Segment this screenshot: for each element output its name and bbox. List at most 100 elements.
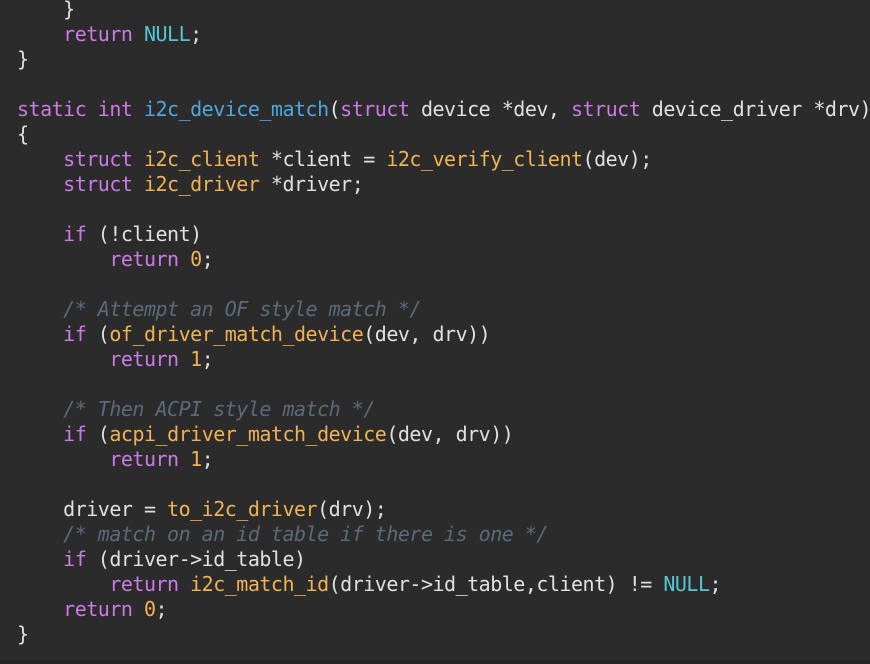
code-token: (dev, drv)) xyxy=(363,322,491,346)
code-token: ( xyxy=(86,422,110,446)
code-token: *client = xyxy=(259,147,387,171)
code-line[interactable]: return i2c_match_id(driver->id_table,cli… xyxy=(17,572,721,597)
code-line[interactable]: struct i2c_driver *driver; xyxy=(17,172,364,197)
code-token: ; xyxy=(201,247,214,271)
code-token: of_driver_match_device xyxy=(109,322,364,346)
code-token: if xyxy=(63,322,87,346)
code-token: 1 xyxy=(190,447,202,471)
code-token: ; xyxy=(155,597,168,621)
code-token: i2c_match_id xyxy=(190,572,329,596)
code-token: 0 xyxy=(143,597,156,621)
code-token: /* Then ACPI style match */ xyxy=(63,397,375,421)
code-line[interactable]: if (driver->id_table) xyxy=(17,547,306,572)
code-token: ( xyxy=(86,322,110,346)
code-line[interactable]: return 0; xyxy=(17,597,167,622)
code-token: 1 xyxy=(190,347,202,371)
code-line[interactable]: if (!client) xyxy=(17,222,202,247)
code-token: int xyxy=(97,97,133,121)
editor-bottom-edge xyxy=(0,660,870,664)
code-token: return xyxy=(109,447,179,471)
code-token: } xyxy=(17,0,75,21)
code-line[interactable]: return 1; xyxy=(17,447,213,472)
code-token: struct xyxy=(63,172,133,196)
code-token: ; xyxy=(190,22,202,46)
code-token: static xyxy=(17,97,87,121)
code-token: ( xyxy=(328,97,341,121)
code-token: } xyxy=(17,47,29,71)
code-token: struct xyxy=(63,147,133,171)
code-line[interactable]: if (acpi_driver_match_device(dev, drv)) xyxy=(17,422,514,447)
code-token: { xyxy=(17,122,29,146)
code-line[interactable]: } xyxy=(17,622,29,647)
code-token: if xyxy=(63,422,87,446)
code-token: /* match on an id table if there is one … xyxy=(63,522,548,546)
code-line[interactable]: if (of_driver_match_device(dev, drv)) xyxy=(17,322,491,347)
code-token: NULL xyxy=(663,572,710,596)
code-token: (!client) xyxy=(86,222,202,246)
code-line[interactable]: /* Attempt an OF style match */ xyxy=(17,297,421,322)
code-line[interactable]: driver = to_i2c_driver(drv); xyxy=(17,497,387,522)
code-token: driver = xyxy=(17,497,168,521)
code-token: return xyxy=(109,347,179,371)
code-token: (dev); xyxy=(582,147,653,171)
code-token: return xyxy=(109,572,179,596)
code-line[interactable]: } xyxy=(17,0,75,22)
code-line[interactable]: return 0; xyxy=(17,247,213,272)
code-token: struct xyxy=(571,97,641,121)
code-token: i2c_driver xyxy=(143,172,260,196)
code-token: return xyxy=(63,22,133,46)
code-token: (dev, drv)) xyxy=(386,422,514,446)
code-token: device *dev, xyxy=(409,97,571,121)
code-token: struct xyxy=(340,97,410,121)
code-token: 0 xyxy=(190,247,202,271)
code-token: ; xyxy=(201,347,214,371)
code-token: i2c_device_match xyxy=(143,97,329,121)
code-token: if xyxy=(63,222,87,246)
code-token: ; xyxy=(709,572,722,596)
code-token: } xyxy=(17,622,29,646)
code-token: if xyxy=(63,547,87,571)
code-token: *driver; xyxy=(259,172,364,196)
code-line[interactable]: /* Then ACPI style match */ xyxy=(17,397,375,422)
code-token: (driver->id_table,client) != xyxy=(328,572,664,596)
code-token: ; xyxy=(201,447,214,471)
code-line[interactable]: return NULL; xyxy=(17,22,202,47)
code-line[interactable]: static int i2c_device_match(struct devic… xyxy=(17,97,870,122)
code-editor[interactable]: } return NULL;} static int i2c_device_mat… xyxy=(0,0,870,664)
code-line[interactable]: struct i2c_client *client = i2c_verify_c… xyxy=(17,147,652,172)
code-token: (driver->id_table) xyxy=(86,547,306,571)
code-token: /* Attempt an OF style match */ xyxy=(63,297,421,321)
code-line[interactable]: } xyxy=(17,47,29,72)
code-token: acpi_driver_match_device xyxy=(109,422,387,446)
code-token: return xyxy=(109,247,179,271)
code-line[interactable]: { xyxy=(17,122,29,147)
code-line[interactable]: /* match on an id table if there is one … xyxy=(17,522,548,547)
code-token: (drv); xyxy=(317,497,387,521)
code-token: i2c_client xyxy=(143,147,260,171)
code-line[interactable]: return 1; xyxy=(17,347,213,372)
